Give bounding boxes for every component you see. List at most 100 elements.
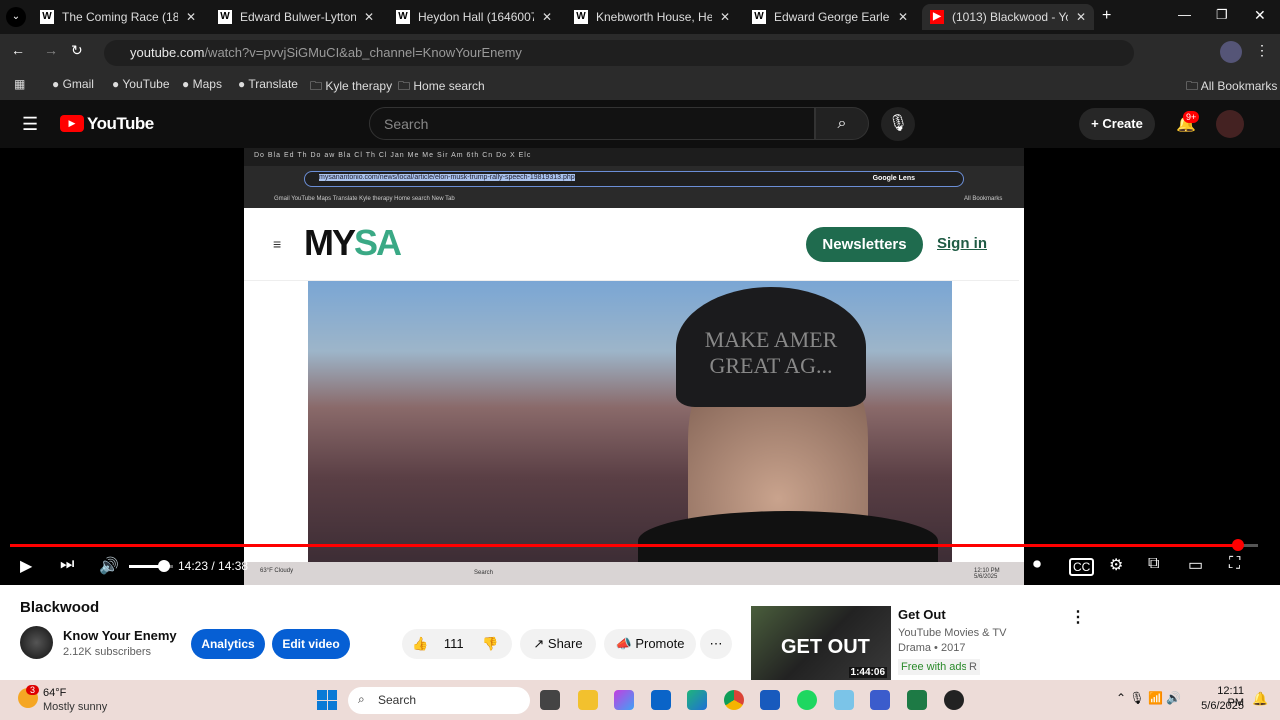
youtube-logo[interactable]: YouTube: [87, 114, 154, 134]
account-avatar[interactable]: [1216, 110, 1244, 138]
task-view-icon[interactable]: [540, 690, 560, 710]
close-tab-icon[interactable]: ✕: [364, 10, 374, 24]
minimize-button[interactable]: —: [1178, 7, 1191, 22]
profile-avatar[interactable]: [1220, 41, 1242, 63]
youtube-logo-icon[interactable]: ▶: [60, 115, 84, 132]
theater-mode-icon[interactable]: ▭: [1188, 555, 1203, 575]
inner-bookmarks-text: Gmail YouTube Maps Translate Kyle therap…: [274, 196, 455, 202]
address-bar[interactable]: youtube.com/watch?v=pvvjSiGMuCI&ab_chann…: [104, 40, 1134, 66]
inner-all-bookmarks: All Bookmarks: [964, 196, 1003, 202]
promote-label: Promote: [635, 636, 685, 651]
create-button[interactable]: + Create: [1079, 108, 1155, 140]
menu-icon[interactable]: ⋮: [1255, 42, 1269, 59]
bookmark-item[interactable]: 🗀 Home search: [398, 77, 485, 98]
bookmark-item[interactable]: ● Translate: [238, 77, 298, 91]
close-tab-icon[interactable]: ✕: [542, 10, 552, 24]
next-icon[interactable]: ⏭: [60, 556, 74, 574]
start-button[interactable]: [317, 690, 337, 710]
logo-sa: SA: [354, 222, 402, 263]
bookmark-label: Maps: [192, 77, 222, 91]
edge-icon[interactable]: [687, 690, 707, 710]
captions-icon[interactable]: CC: [1069, 558, 1095, 576]
like-button[interactable]: 👍 111 👎: [402, 629, 512, 659]
search-button[interactable]: ⌕: [815, 107, 869, 140]
like-icon: 👍: [412, 636, 429, 651]
inner-address-bar: mysanantonio.com/news/local/article/elon…: [304, 171, 964, 187]
newsletters-button: Newsletters: [806, 227, 923, 262]
promote-button[interactable]: 📣 Promote: [604, 629, 696, 659]
analytics-button[interactable]: Analytics: [191, 629, 265, 659]
more-options-icon[interactable]: ⋮: [1070, 607, 1086, 627]
bookmark-item[interactable]: ● Gmail: [52, 77, 94, 91]
reload-icon[interactable]: ↻: [71, 42, 83, 59]
volume-handle[interactable]: [158, 560, 171, 572]
autoplay-toggle[interactable]: ⏺: [1033, 556, 1041, 574]
settings-icon[interactable]: ⚙: [1109, 555, 1123, 575]
notification-center-icon[interactable]: 🔔: [1252, 691, 1268, 707]
notepad-icon[interactable]: [834, 690, 854, 710]
recommended-thumbnail[interactable]: GET OUT 1:44:06: [751, 606, 891, 680]
recommended-title[interactable]: Get Out: [898, 607, 946, 622]
voice-search-icon[interactable]: 🎙: [881, 107, 915, 141]
forward-icon[interactable]: →: [44, 42, 58, 58]
bookmark-item[interactable]: ● YouTube: [112, 77, 170, 91]
channel-name[interactable]: Know Your Enemy: [63, 628, 177, 643]
fullscreen-icon[interactable]: ⛶: [1229, 555, 1240, 573]
close-tab-icon[interactable]: ✕: [720, 10, 730, 24]
bookmark-item[interactable]: 🗀 Kyle therapy: [310, 77, 392, 98]
taskbar-search[interactable]: ⌕ Search: [348, 687, 530, 714]
recommended-channel: YouTube Movies & TV: [898, 627, 1007, 639]
tab-title: (1013) Blackwood - Yo: [952, 10, 1068, 24]
progress-fill: [10, 544, 1239, 547]
all-bookmarks-label: All Bookmarks: [1200, 79, 1278, 93]
volume-icon[interactable]: 🔊: [99, 556, 119, 576]
close-tab-icon[interactable]: ✕: [898, 10, 908, 24]
wikipedia-icon: W: [752, 10, 766, 24]
browser-tab[interactable]: W Edward George Earle Lytto ✕: [744, 4, 916, 30]
close-window-button[interactable]: ✕: [1254, 7, 1266, 24]
search-input[interactable]: Search: [369, 107, 815, 140]
notification-badge: 9+: [1183, 111, 1200, 123]
apps-icon[interactable]: ▦: [14, 77, 25, 91]
hamburger-icon[interactable]: ☰: [22, 114, 38, 135]
all-bookmarks[interactable]: 🗀 All Bookmarks: [1186, 77, 1277, 98]
close-tab-icon[interactable]: ✕: [1076, 10, 1086, 24]
browser-tab[interactable]: W The Coming Race (1871) - ✕: [32, 4, 204, 30]
more-actions-button[interactable]: ⋯: [700, 629, 732, 659]
browser-tab[interactable]: W Knebworth House, Hertfor ✕: [566, 4, 738, 30]
article-photo: MAKE AMER GREAT AG...: [308, 281, 952, 562]
back-icon[interactable]: ←: [11, 42, 25, 58]
chrome-icon[interactable]: [724, 690, 744, 710]
maximize-button[interactable]: ❐: [1216, 7, 1228, 23]
browser-tab[interactable]: W Edward Bulwer-Lytton Vani ✕: [210, 4, 382, 30]
channel-avatar[interactable]: [20, 626, 53, 659]
bookmark-icon: ●: [182, 77, 190, 91]
share-button[interactable]: ↗ Share: [520, 629, 596, 659]
remote-desktop-icon[interactable]: [870, 690, 890, 710]
weather-temp: 64°F: [43, 687, 67, 699]
create-label: Create: [1102, 116, 1143, 131]
tab-search-button[interactable]: ⌄: [6, 7, 26, 27]
close-tab-icon[interactable]: ✕: [186, 10, 196, 24]
spotify-icon[interactable]: [797, 690, 817, 710]
edit-video-button[interactable]: Edit video: [272, 629, 350, 659]
browser-tab[interactable]: ▶ (1013) Blackwood - Yo ✕: [922, 4, 1094, 30]
file-explorer-icon[interactable]: [578, 690, 598, 710]
logo-my: MY: [304, 222, 356, 263]
dislike-icon[interactable]: 👎: [482, 629, 498, 659]
bookmark-label: Home search: [413, 79, 485, 93]
miniplayer-icon[interactable]: ⧉: [1148, 555, 1159, 573]
copilot-icon[interactable]: [614, 690, 634, 710]
tray-icons[interactable]: ⌃ 🎙 📶 🔊: [1116, 691, 1181, 705]
progress-bar[interactable]: [10, 544, 1258, 547]
clock-date[interactable]: 5/6/2025: [1196, 700, 1244, 712]
browser-tab[interactable]: W Heydon Hall (1646007182 ✕: [388, 4, 560, 30]
excel-icon[interactable]: [907, 690, 927, 710]
bookmark-item[interactable]: ● Maps: [182, 77, 222, 91]
inner-tab-strip: Do Bla Ed Th Do aw Bla Cl Th Cl Jan Me M…: [244, 148, 1024, 166]
play-icon[interactable]: ▶: [20, 556, 32, 576]
obs-icon[interactable]: [944, 690, 964, 710]
new-tab-button[interactable]: +: [1102, 7, 1111, 25]
outlook-icon[interactable]: [651, 690, 671, 710]
word-icon[interactable]: [760, 690, 780, 710]
